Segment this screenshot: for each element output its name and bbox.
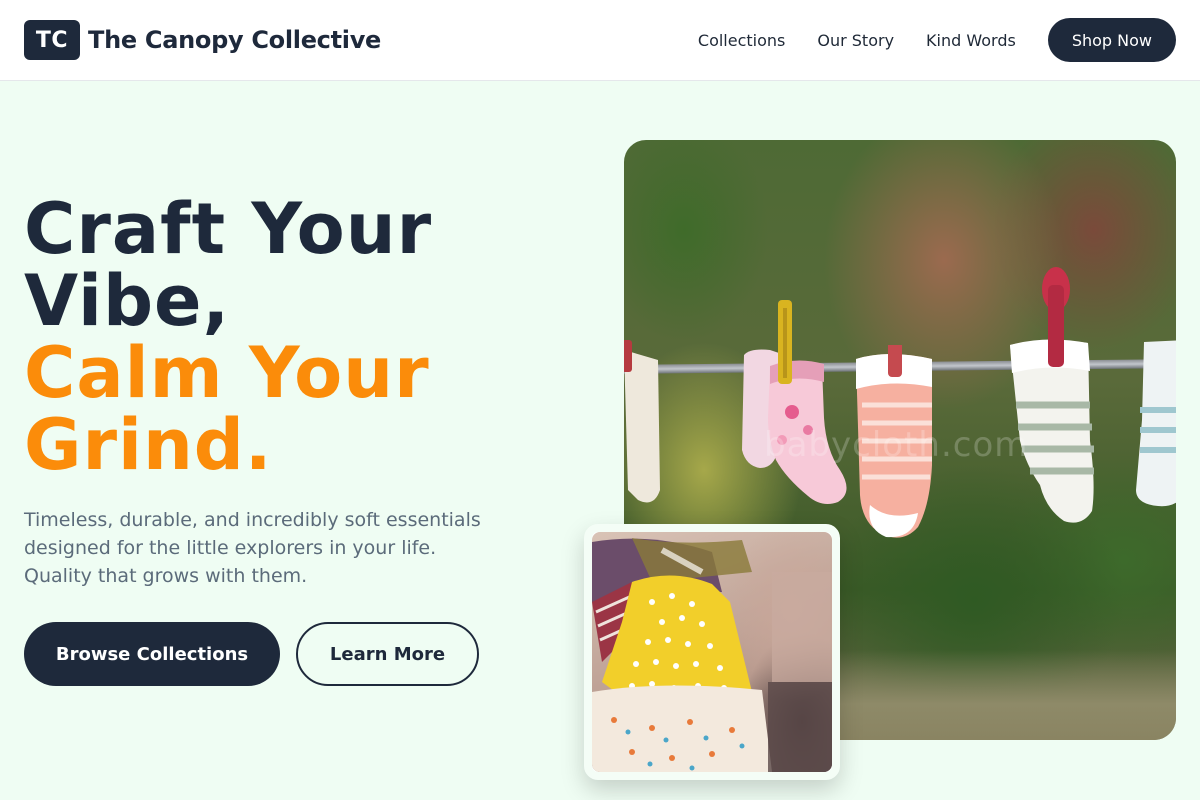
nav-link-our-story[interactable]: Our Story: [817, 31, 894, 50]
hero-description: Timeless, durable, and incredibly soft e…: [24, 509, 481, 587]
main-nav: Collections Our Story Kind Words Shop No…: [698, 18, 1176, 62]
brand-name: The Canopy Collective: [88, 26, 382, 54]
hero-title: Craft Your Vibe, Calm Your Grind.: [24, 193, 544, 481]
sock-partial-left: [624, 340, 660, 503]
shop-now-button[interactable]: Shop Now: [1047, 18, 1176, 62]
logo-badge: TC: [24, 20, 80, 60]
dresses-illustration: [592, 538, 832, 772]
inset-image-content: [592, 532, 832, 772]
nav-link-kind-words[interactable]: Kind Words: [926, 31, 1016, 50]
site-header: TC The Canopy Collective Collections Our…: [0, 0, 1200, 81]
sock-blue-partial: [1136, 340, 1176, 507]
browse-collections-button[interactable]: Browse Collections: [24, 622, 280, 686]
hero-title-line-1: Craft Your Vibe,: [24, 188, 433, 342]
hero-inset-image: [584, 524, 840, 780]
brand-logo[interactable]: TC The Canopy Collective: [24, 20, 381, 60]
learn-more-button[interactable]: Learn More: [296, 622, 479, 686]
sock-pink-floral: [742, 300, 847, 504]
image-watermark: babycloth.com: [764, 425, 1029, 465]
hero-title-line-2: Calm Your Grind.: [24, 332, 430, 486]
sock-sage-striped: [1010, 267, 1094, 523]
nav-link-collections[interactable]: Collections: [698, 31, 785, 50]
